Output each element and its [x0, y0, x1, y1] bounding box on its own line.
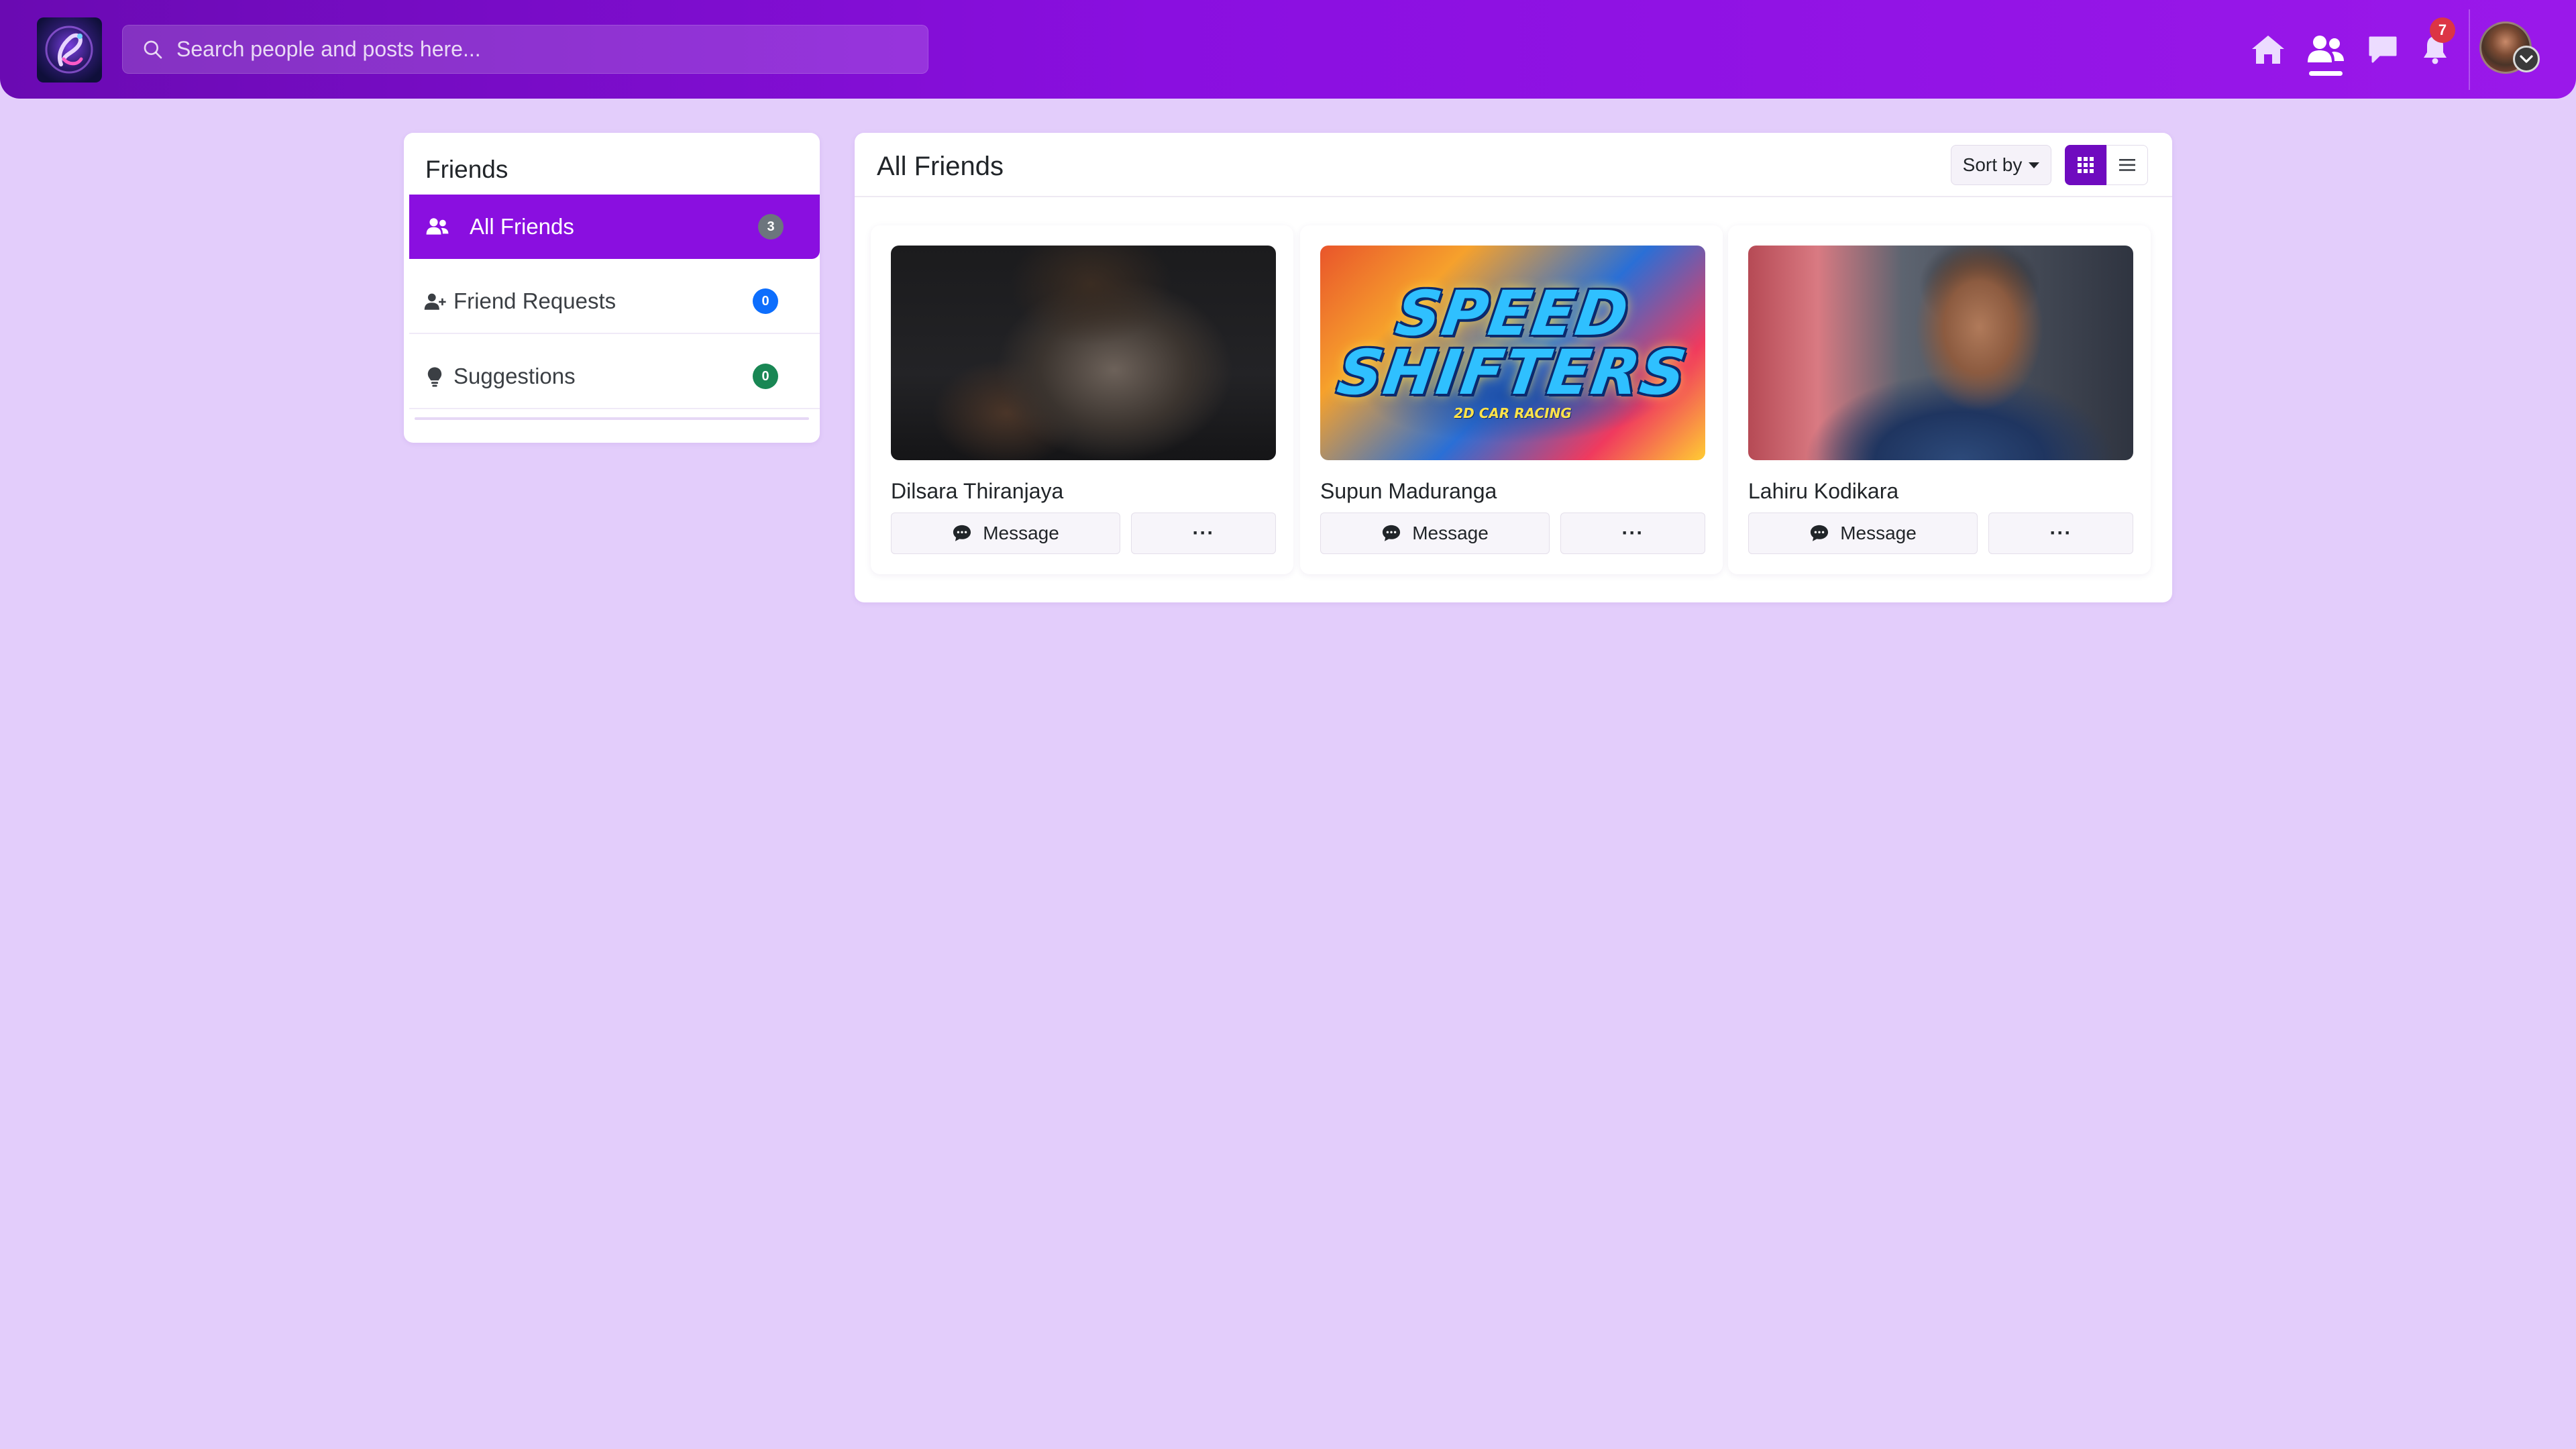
users-icon [425, 195, 449, 259]
chat-bubble-icon [953, 525, 971, 541]
grid-view-button[interactable] [2065, 145, 2106, 185]
image-text: SPEED [1391, 278, 1634, 350]
sidebar-item-suggestions[interactable]: Suggestions 0 [409, 345, 820, 409]
message-button[interactable]: Message [891, 513, 1120, 554]
lightbulb-icon [427, 345, 443, 409]
caret-down-icon [2029, 162, 2040, 168]
friend-name[interactable]: Lahiru Kodikara [1748, 479, 1898, 504]
friend-name[interactable]: Supun Maduranga [1320, 479, 1497, 504]
friend-photo[interactable] [891, 246, 1276, 460]
friend-photo[interactable] [1748, 246, 2133, 460]
chevron-down-icon[interactable] [2513, 46, 2540, 72]
top-navbar: 7 [0, 0, 2576, 99]
panel-header: All Friends Sort by [855, 133, 2172, 197]
message-label: Message [983, 523, 1059, 543]
notification-badge: 7 [2430, 17, 2455, 43]
friend-photo[interactable]: SPEED SHIFTERS 2D CAR RACING [1320, 246, 1705, 460]
friends-icon[interactable] [2306, 30, 2346, 70]
friends-panel: All Friends Sort by Dilsara Thiranjaya M… [855, 133, 2172, 602]
search-icon [123, 25, 176, 74]
sort-dropdown-button[interactable]: Sort by [1951, 145, 2051, 185]
sidebar-item-label: Suggestions [453, 364, 576, 388]
user-plus-icon [424, 270, 447, 334]
sidebar-divider [415, 417, 809, 420]
chat-bubble-icon [1811, 525, 1829, 541]
message-label: Message [1412, 523, 1489, 543]
grid-icon [2078, 157, 2094, 173]
count-badge: 3 [758, 214, 784, 239]
friend-card[interactable]: Lahiru Kodikara Message ··· [1728, 225, 2151, 574]
active-nav-indicator [2309, 71, 2343, 76]
more-options-button[interactable]: ··· [1988, 513, 2133, 554]
logo-icon [45, 25, 93, 74]
chat-icon[interactable] [2363, 30, 2403, 70]
friend-name[interactable]: Dilsara Thiranjaya [891, 479, 1063, 504]
more-options-button[interactable]: ··· [1560, 513, 1705, 554]
nav-divider [2469, 9, 2470, 90]
friend-card[interactable]: Dilsara Thiranjaya Message ··· [871, 225, 1293, 574]
sidebar-item-friend-requests[interactable]: Friend Requests 0 [409, 270, 820, 334]
search-input[interactable] [176, 25, 928, 74]
sidebar-item-label: Friend Requests [453, 288, 616, 313]
count-badge: 0 [753, 364, 778, 389]
message-button[interactable]: Message [1748, 513, 1978, 554]
sidebar-item-label: All Friends [470, 214, 574, 239]
search-bar[interactable] [122, 25, 928, 74]
friend-card[interactable]: SPEED SHIFTERS 2D CAR RACING Supun Madur… [1300, 225, 1723, 574]
friends-sidebar: Friends All Friends 3 Friend Requests 0 [404, 133, 820, 443]
image-text: SHIFTERS [1334, 337, 1693, 409]
home-icon[interactable] [2248, 30, 2288, 70]
chat-bubble-icon [1383, 525, 1401, 541]
message-label: Message [1840, 523, 1917, 543]
message-button[interactable]: Message [1320, 513, 1550, 554]
sidebar-title: Friends [425, 156, 508, 183]
count-badge: 0 [753, 288, 778, 314]
app-logo[interactable] [37, 17, 102, 83]
page-title: All Friends [877, 152, 1004, 181]
sort-label: Sort by [1962, 154, 2023, 175]
more-options-button[interactable]: ··· [1131, 513, 1276, 554]
list-view-button[interactable] [2106, 145, 2148, 185]
sidebar-item-all-friends[interactable]: All Friends 3 [409, 195, 820, 259]
list-icon [2119, 159, 2135, 171]
